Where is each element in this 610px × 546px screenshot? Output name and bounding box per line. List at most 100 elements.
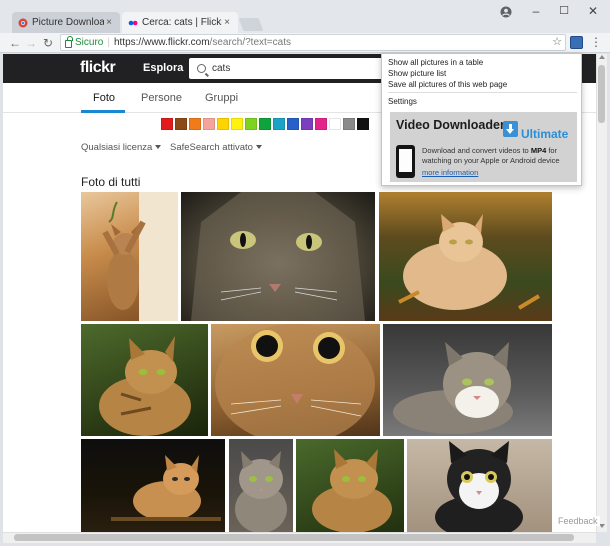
chevron-down-icon <box>155 145 162 150</box>
chrome-favicon-icon <box>18 18 28 27</box>
photo-thumbnail[interactable] <box>407 439 552 532</box>
reload-icon[interactable]: ↻ <box>41 35 55 51</box>
address-toolbar: ← → ↻ Sicuro | https://www.flickr.com/se… <box>0 33 610 53</box>
profile-icon[interactable] <box>500 6 512 18</box>
tab-title: Cerca: cats | Flickr <box>142 17 222 28</box>
browser-titlebar: Picture Downloader Profe × Cerca: cats |… <box>0 0 610 33</box>
close-tab-icon[interactable]: × <box>104 17 114 28</box>
flickr-search-input[interactable]: cats <box>189 58 389 79</box>
active-tab-underline <box>81 110 125 113</box>
color-swatch[interactable] <box>217 118 229 130</box>
close-window-icon[interactable]: ✕ <box>584 4 602 18</box>
search-query: cats <box>212 63 231 74</box>
color-swatch[interactable] <box>301 118 313 130</box>
more-information-link[interactable]: more information <box>422 168 478 177</box>
vertical-scrollbar[interactable] <box>596 54 607 532</box>
url-text: https://www.flickr.com/search/?text=cats <box>114 37 291 48</box>
maximize-icon[interactable]: ☐ <box>555 4 573 17</box>
cat-photo-image <box>435 441 523 532</box>
color-swatch[interactable] <box>259 118 271 130</box>
color-filter-swatches <box>161 118 369 130</box>
cat-photo-image <box>111 455 221 521</box>
url-prefix: https://www.flickr.com <box>113 37 210 48</box>
forward-arrow-icon[interactable]: → <box>24 35 38 51</box>
chevron-down-icon <box>255 145 262 150</box>
tab-photos[interactable]: Foto <box>93 92 115 104</box>
address-input[interactable]: Sicuro | https://www.flickr.com/search/?… <box>60 34 566 51</box>
lock-icon <box>65 35 73 48</box>
video-downloader-promo[interactable]: Video Downloader Ultimate Download and c… <box>390 112 577 182</box>
download-arrow-icon <box>503 121 518 137</box>
tab-groups[interactable]: Gruppi <box>205 92 238 104</box>
promo-title: Video Downloader <box>396 118 505 132</box>
photo-thumbnail[interactable] <box>81 324 208 436</box>
license-filter-label: Qualsiasi licenza <box>81 142 153 153</box>
popup-divider <box>388 92 577 93</box>
cat-photo-image <box>398 214 541 310</box>
safesearch-filter-label: SafeSearch attivato <box>170 142 253 153</box>
photo-thumbnail[interactable] <box>229 439 293 532</box>
address-separator: | <box>107 37 110 48</box>
color-swatch[interactable] <box>203 118 215 130</box>
back-arrow-icon[interactable]: ← <box>8 35 22 51</box>
menu-item-save-all[interactable]: Save all pictures of this web page <box>388 80 507 89</box>
color-swatch[interactable] <box>315 118 327 130</box>
photo-thumbnail[interactable] <box>211 324 380 436</box>
scroll-down-icon[interactable] <box>599 524 605 528</box>
photo-thumbnail[interactable] <box>383 324 552 436</box>
cat-photo-image <box>393 342 513 434</box>
color-swatch[interactable] <box>357 118 369 130</box>
flickr-logo[interactable]: flickr <box>80 59 116 77</box>
license-filter-dropdown[interactable]: Qualsiasi licenza <box>81 142 162 153</box>
menu-item-show-table[interactable]: Show all pictures in a table <box>388 58 483 67</box>
photo-thumbnail[interactable] <box>81 192 178 321</box>
horizontal-scroll-thumb[interactable] <box>14 534 574 541</box>
cat-photo-image <box>235 451 287 532</box>
section-title: Foto di tutti <box>81 175 141 189</box>
cat-photo-image <box>99 336 191 436</box>
nav-explore[interactable]: Esplora <box>143 62 183 74</box>
picture-downloader-popup: Show all pictures in a table Show pictur… <box>381 53 582 186</box>
new-tab-button[interactable] <box>238 18 264 31</box>
vertical-scroll-thumb[interactable] <box>598 65 605 123</box>
color-swatch[interactable] <box>175 118 187 130</box>
color-swatch[interactable] <box>329 118 341 130</box>
secure-label: Sicuro <box>75 37 104 48</box>
chrome-menu-icon[interactable]: ⋮ <box>590 35 602 49</box>
photo-thumbnail[interactable] <box>81 439 225 532</box>
color-swatch[interactable] <box>287 118 299 130</box>
promo-desc-format: MP4 <box>530 146 547 155</box>
photo-thumbnail[interactable] <box>181 192 375 321</box>
tab-title: Picture Downloader Profe <box>32 17 104 28</box>
color-swatch[interactable] <box>231 118 243 130</box>
promo-description: Download and convert videos to MP4 for w… <box>422 146 572 166</box>
cat-photo-image <box>102 192 178 321</box>
color-swatch[interactable] <box>245 118 257 130</box>
promo-badge: Ultimate <box>521 127 569 141</box>
flickr-favicon-icon <box>128 20 138 25</box>
photo-thumbnail[interactable] <box>379 192 552 321</box>
tab-picture-downloader[interactable]: Picture Downloader Profe × <box>12 12 120 33</box>
tab-people[interactable]: Persone <box>141 92 182 104</box>
menu-item-settings[interactable]: Settings <box>388 97 417 106</box>
smartphone-icon <box>396 145 415 178</box>
feedback-link[interactable]: Feedback <box>556 516 600 526</box>
photo-thumbnail[interactable] <box>296 439 404 532</box>
safesearch-filter-dropdown[interactable]: SafeSearch attivato <box>170 142 262 153</box>
search-icon <box>197 64 206 73</box>
url-path: /search/?text=cats <box>209 37 291 48</box>
cat-photo-image <box>312 449 392 532</box>
color-swatch[interactable] <box>189 118 201 130</box>
picture-downloader-extension-icon[interactable] <box>570 36 583 49</box>
scroll-up-icon[interactable] <box>599 55 605 59</box>
bookmark-star-icon[interactable]: ☆ <box>552 35 562 48</box>
cat-photo-image <box>215 324 375 436</box>
cat-photo-image <box>191 192 365 321</box>
color-swatch[interactable] <box>161 118 173 130</box>
close-tab-icon[interactable]: × <box>222 17 232 28</box>
menu-item-show-list[interactable]: Show picture list <box>388 69 446 78</box>
color-swatch[interactable] <box>343 118 355 130</box>
tab-flickr-search[interactable]: Cerca: cats | Flickr × <box>122 12 238 33</box>
minimize-icon[interactable]: – <box>527 4 545 18</box>
color-swatch[interactable] <box>273 118 285 130</box>
